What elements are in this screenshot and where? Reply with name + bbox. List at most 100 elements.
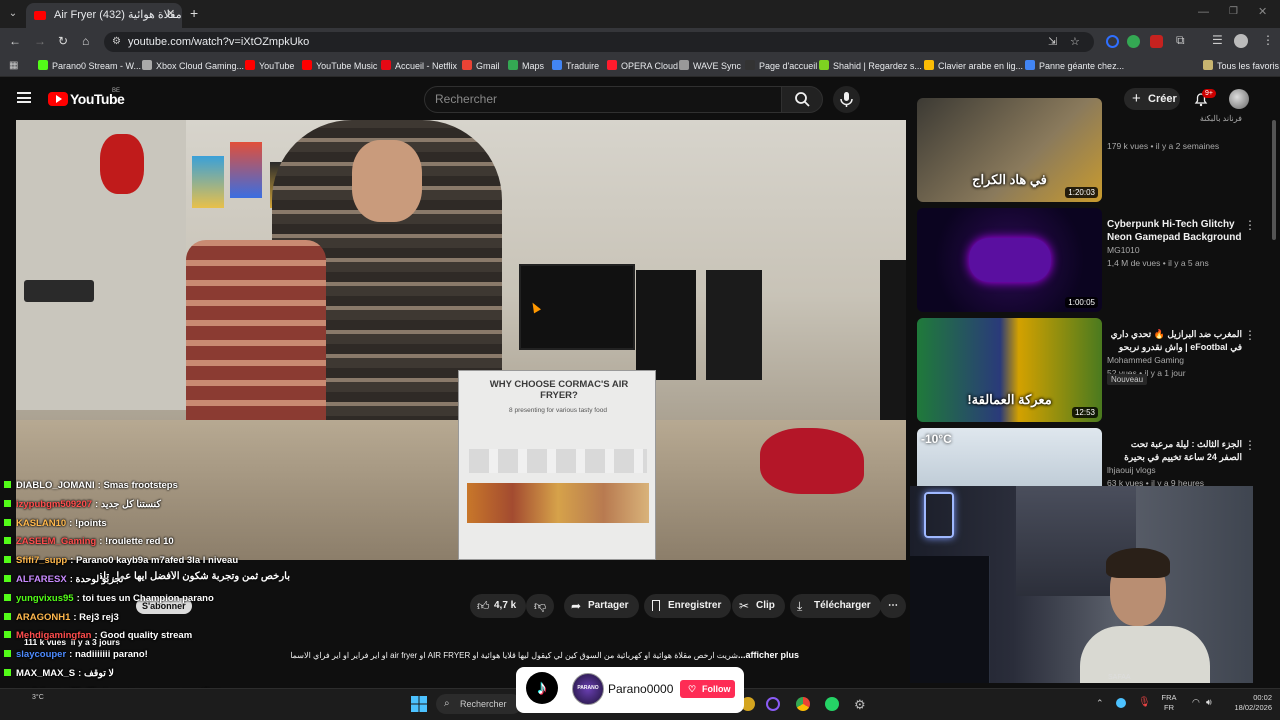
maximize-icon[interactable]: ❐ [1229,6,1238,17]
address-bar[interactable]: ⚙ youtube.com/watch?v=iXtOZmpkUko ⇲ ☆ [104,32,1094,52]
chat-text: : Good quality stream [94,630,193,642]
taskbar-settings-icon[interactable]: ⚙ [854,697,866,713]
extension-icon-1[interactable] [1106,35,1119,48]
recommended-title[interactable]: الجزء الثالث : ليلة مرعبة تحت الصفر 24 س… [1107,438,1242,464]
minimize-icon[interactable]: — [1198,6,1209,18]
download-button[interactable]: ⤓ Télécharger [790,594,881,618]
tiktok-avatar[interactable]: PARANO [572,673,604,705]
chat-username: ZASEEM_Gaming [16,536,97,548]
kick-badge-icon [4,593,11,601]
tab-close-icon[interactable]: ✕ [166,7,175,20]
tray-network-icon[interactable] [1116,698,1126,708]
bookmark-item[interactable]: Gmail [462,60,500,71]
new-tab-icon[interactable]: + [190,5,198,21]
tab-list-chevron-icon[interactable]: ⌄ [6,7,20,21]
bookmark-favicon-icon [745,60,755,70]
browser-menu-icon[interactable]: ⋮ [1262,33,1274,47]
kick-badge-icon [4,650,11,658]
voice-search-button[interactable] [833,86,860,113]
bookmark-item[interactable]: YouTube Music [302,60,377,71]
tab-search-icon[interactable]: ☰ [1212,33,1223,47]
clip-button[interactable]: ✂ Clip [732,594,785,618]
search-button[interactable] [781,86,823,113]
tray-volume-icon[interactable]: 🔊︎ [1206,697,1212,708]
more-vertical-icon[interactable]: ⋮ [1244,218,1256,232]
search-input[interactable]: Rechercher [424,86,782,113]
bookmark-item[interactable]: YouTube [245,60,294,71]
bookmark-item[interactable]: Clavier arabe en lig... [924,60,1023,71]
taskbar-whatsapp-icon[interactable] [825,697,839,711]
show-more-link[interactable]: ...afficher plus [738,650,799,660]
bookmark-item[interactable]: Accueil - Netflix [381,60,457,71]
share-button[interactable]: ➦ Partager [564,594,639,618]
webcam-streamer-body [1080,626,1210,683]
bookmark-item[interactable]: OPERA Cloud [607,60,678,71]
bookmark-item[interactable]: Parano0 Stream - W... [38,60,141,71]
close-window-icon[interactable]: ✕ [1258,5,1267,18]
sidebar-scrollbar[interactable] [1272,120,1276,240]
chat-username: DIABLO_JOMANI [16,480,95,491]
bookmark-item[interactable]: Panne géante chez... [1025,60,1124,71]
tiktok-follow-button[interactable]: ♡ Follow [680,680,735,698]
chat-text: : nadiiiiiii parano! [69,649,148,661]
search-icon [795,92,810,107]
bookmark-favicon-icon [142,60,152,70]
extensions-puzzle-icon[interactable]: ⧉ [1176,33,1185,48]
profile-avatar[interactable] [1234,34,1248,48]
recommended-title[interactable]: Cyberpunk Hi-Tech Glitchy Neon Gamepad B… [1107,218,1242,244]
chat-text: : نجربو لوحدة [69,574,124,585]
clock[interactable]: 00:02 18/02/2026 [1218,693,1272,713]
bookmark-item[interactable]: Traduire [552,60,599,71]
recommended-thumbnail[interactable]: في هاد الكراج 1:20:03 [917,98,1102,202]
plus-icon: + [1132,90,1141,107]
taskbar-chrome-icon[interactable] [796,697,810,711]
video-duration: 12:53 [1071,407,1098,418]
hamburger-menu-icon[interactable] [17,92,31,103]
chat-message: ARAGONH1: Rej3 rej3 [4,612,119,623]
taskbar-search[interactable]: ⌕ Rechercher [436,694,522,714]
browser-tab-active[interactable]: Air Fryer مقلاة هوائية (432) [26,3,182,28]
input-language[interactable]: FRA FR [1160,693,1178,713]
taskbar-app-icon-2[interactable] [766,697,780,711]
save-button[interactable]: Enregistrer [644,594,732,618]
create-button[interactable]: + Créer [1124,88,1180,110]
recommended-title[interactable]: المغرب ضد البرازيل 🔥 تحدي داري في eFootb… [1107,328,1242,354]
all-bookmarks[interactable]: Tous les favoris [1203,60,1279,71]
bookmark-star-icon[interactable]: ☆ [1070,32,1080,52]
chat-username: slaycouper [16,649,67,661]
site-info-icon[interactable]: ⚙ [112,32,121,52]
tray-wifi-icon[interactable]: ◠ [1192,697,1200,708]
chat-message: izypubgm509207: كنستنا كل جديد [4,499,161,510]
bookmark-item[interactable]: Page d'accueil [745,60,817,71]
extension-icon-2[interactable] [1127,35,1140,48]
bookmark-item[interactable]: Shahid | Regardez s... [819,60,922,71]
kick-badge-icon [4,575,11,582]
download-icon: ⤓ [797,599,803,613]
more-vertical-icon[interactable]: ⋮ [1244,328,1256,342]
bookmark-item[interactable]: Xbox Cloud Gaming... [142,60,244,71]
like-button[interactable]: 👍︎ 4,7 k [470,594,527,618]
extension-icon-3[interactable] [1150,35,1163,48]
notification-count-badge: 9+ [1202,89,1216,98]
reload-icon[interactable]: ↻ [58,34,68,48]
bookmark-item[interactable]: Maps [508,60,544,71]
tray-mic-icon[interactable]: 🎙︎ [1138,697,1151,708]
dislike-button[interactable]: 👎︎ [526,594,554,618]
share-arrow-icon: ➦ [571,599,582,613]
windows-start-icon[interactable] [411,696,427,712]
chat-text: : toi tues un Champion parano [76,592,214,604]
forward-icon[interactable]: → [34,34,46,48]
recommended-thumbnail[interactable]: 1:00:05 [917,208,1102,312]
recommended-title[interactable]: فرناند بالبكنة [1107,112,1242,125]
tray-chevron-icon[interactable]: ⌃ [1096,698,1104,709]
more-actions-button[interactable]: ⋯ [880,594,906,618]
video-player[interactable]: WHY CHOOSE CORMAC'S AIR FRYER? 8 present… [16,120,906,560]
account-avatar[interactable] [1229,89,1249,109]
apps-grid-icon[interactable]: ▦ [9,60,18,71]
bookmark-item[interactable]: WAVE Sync [679,60,741,71]
more-vertical-icon[interactable]: ⋮ [1244,438,1256,452]
home-icon[interactable]: ⌂ [82,34,89,48]
back-icon[interactable]: ← [9,34,21,48]
install-app-icon[interactable]: ⇲ [1048,32,1057,52]
recommended-thumbnail[interactable]: معركة العمالقة! 12:53 [917,318,1102,422]
